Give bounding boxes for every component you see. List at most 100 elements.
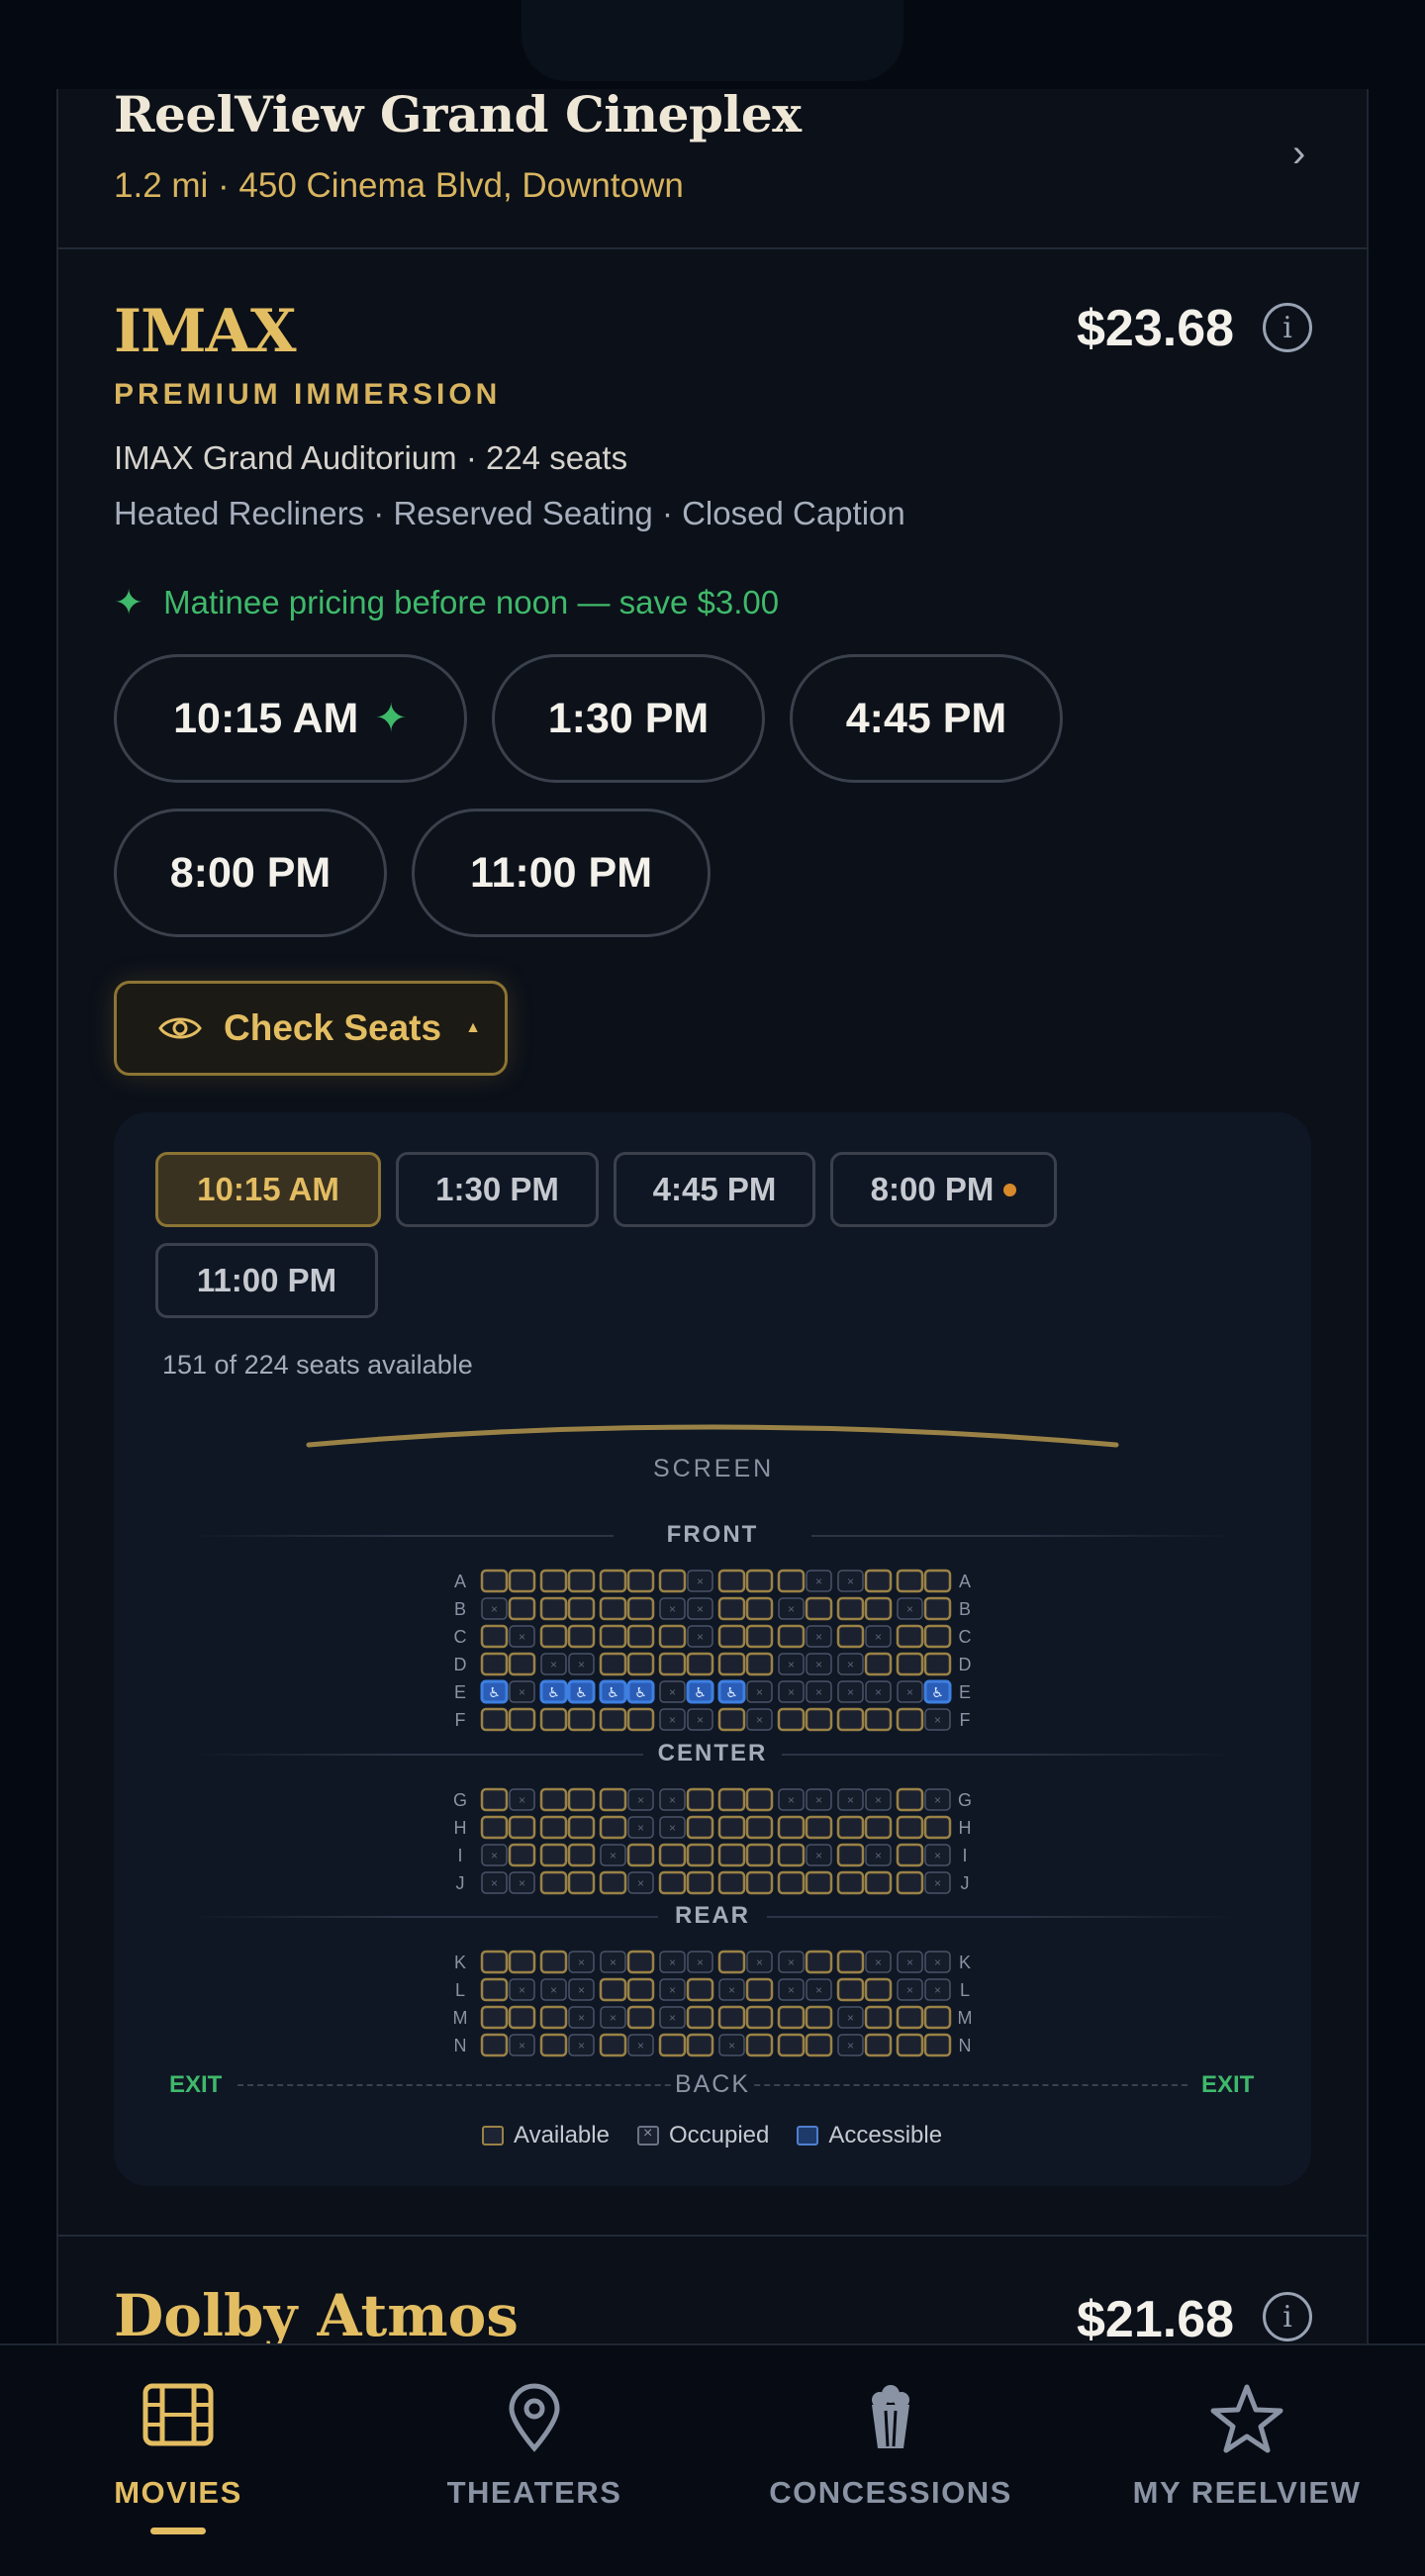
seat-available[interactable]	[777, 1707, 806, 1732]
seat-available[interactable]	[658, 2033, 687, 2057]
seat-available[interactable]	[717, 1950, 746, 1974]
seat-available[interactable]	[686, 1870, 714, 1895]
seat-available[interactable]	[836, 1624, 865, 1649]
seat-available[interactable]	[717, 1624, 746, 1649]
info-icon[interactable]: i	[1263, 2292, 1312, 2341]
seat-available[interactable]	[599, 1870, 627, 1895]
seat-available[interactable]	[626, 1652, 655, 1676]
seat-available[interactable]	[745, 1569, 774, 1593]
seat-available[interactable]	[567, 1843, 596, 1867]
seat-available[interactable]	[717, 1569, 746, 1593]
seat-available[interactable]	[658, 1624, 687, 1649]
seat-available[interactable]	[745, 2033, 774, 2057]
seat-available[interactable]	[686, 1787, 714, 1812]
seat-available[interactable]	[626, 1569, 655, 1593]
nav-theaters[interactable]: THEATERS	[376, 2345, 693, 2576]
seat-available[interactable]	[745, 1624, 774, 1649]
seat-available[interactable]	[567, 1569, 596, 1593]
seat-available[interactable]	[717, 2005, 746, 2030]
seat-available[interactable]	[686, 1652, 714, 1676]
seat-available[interactable]	[508, 1652, 536, 1676]
seat-available[interactable]	[508, 2005, 536, 2030]
seat-available[interactable]	[508, 1815, 536, 1840]
seat-available[interactable]	[864, 1977, 893, 2002]
seat-available[interactable]	[480, 2005, 509, 2030]
seat-available[interactable]	[777, 1624, 806, 1649]
seat-available[interactable]	[686, 2033, 714, 2057]
seat-available[interactable]	[745, 1787, 774, 1812]
seat-available[interactable]	[480, 1569, 509, 1593]
seat-available[interactable]	[508, 1707, 536, 1732]
seat-available[interactable]	[745, 1652, 774, 1676]
seat-available[interactable]	[896, 1815, 924, 1840]
seat-available[interactable]	[717, 1707, 746, 1732]
seat-available[interactable]	[508, 1843, 536, 1867]
seat-available[interactable]	[626, 1624, 655, 1649]
seat-available[interactable]	[777, 2005, 806, 2030]
seat-available[interactable]	[864, 2005, 893, 2030]
seat-available[interactable]	[777, 1815, 806, 1840]
seat-available[interactable]	[599, 1707, 627, 1732]
seat-available[interactable]	[658, 1843, 687, 1867]
seat-available[interactable]	[539, 2005, 568, 2030]
seat-available[interactable]	[539, 2033, 568, 2057]
seat-available[interactable]	[658, 1652, 687, 1676]
seat-available[interactable]	[599, 2033, 627, 2057]
seat-available[interactable]	[539, 1624, 568, 1649]
seat-available[interactable]	[923, 1624, 952, 1649]
seat-available[interactable]	[480, 1652, 509, 1676]
seat-available[interactable]	[923, 1596, 952, 1621]
seat-available[interactable]	[626, 1977, 655, 2002]
seat-available[interactable]	[896, 2005, 924, 2030]
seat-available[interactable]	[717, 1870, 746, 1895]
seat-available[interactable]	[805, 2033, 833, 2057]
seat-available[interactable]	[658, 1870, 687, 1895]
seat-available[interactable]	[745, 1596, 774, 1621]
seat-available[interactable]	[480, 1815, 509, 1840]
seat-available[interactable]	[805, 1707, 833, 1732]
seat-available[interactable]	[896, 1707, 924, 1732]
seat-available[interactable]	[836, 1950, 865, 1974]
seat-available[interactable]	[777, 1569, 806, 1593]
seat-available[interactable]	[508, 1596, 536, 1621]
seat-available[interactable]	[805, 2005, 833, 2030]
seat-available[interactable]	[599, 1596, 627, 1621]
seat-grid[interactable]: A A × × × B B × × × × × C C × × × × D D × × × × × E E ♿ × ♿ ♿ ♿ ♿ × ♿ ♿ × × × ×…	[0, 0, 1425, 2576]
seat-available[interactable]	[864, 1870, 893, 1895]
seat-available[interactable]	[805, 1950, 833, 1974]
seat-available[interactable]	[717, 1815, 746, 1840]
seat-available[interactable]	[864, 2033, 893, 2057]
seat-available[interactable]	[480, 1624, 509, 1649]
seat-available[interactable]	[864, 1652, 893, 1676]
seat-available[interactable]	[480, 1787, 509, 1812]
seat-available[interactable]	[686, 1815, 714, 1840]
seat-available[interactable]	[805, 1596, 833, 1621]
seat-available[interactable]	[599, 1787, 627, 1812]
seat-available[interactable]	[480, 1977, 509, 2002]
seat-available[interactable]	[717, 1787, 746, 1812]
seat-available[interactable]	[864, 1815, 893, 1840]
seat-available[interactable]	[745, 1870, 774, 1895]
seat-available[interactable]	[836, 1870, 865, 1895]
seat-available[interactable]	[539, 1950, 568, 1974]
seat-available[interactable]	[896, 1624, 924, 1649]
seat-available[interactable]	[717, 1843, 746, 1867]
seat-available[interactable]	[539, 1569, 568, 1593]
seat-available[interactable]	[626, 1596, 655, 1621]
seat-available[interactable]	[599, 1624, 627, 1649]
seat-available[interactable]	[599, 1815, 627, 1840]
nav-concessions[interactable]: CONCESSIONS	[732, 2345, 1049, 2576]
seat-available[interactable]	[836, 1815, 865, 1840]
seat-available[interactable]	[508, 1569, 536, 1593]
seat-available[interactable]	[686, 1977, 714, 2002]
seat-available[interactable]	[745, 1843, 774, 1867]
seat-available[interactable]	[777, 1843, 806, 1867]
seat-available[interactable]	[626, 1950, 655, 1974]
seat-available[interactable]	[480, 1950, 509, 1974]
seat-available[interactable]	[539, 1843, 568, 1867]
seat-available[interactable]	[745, 1815, 774, 1840]
seat-available[interactable]	[508, 1950, 536, 1974]
seat-available[interactable]	[805, 1815, 833, 1840]
seat-available[interactable]	[626, 1843, 655, 1867]
seat-available[interactable]	[717, 1596, 746, 1621]
